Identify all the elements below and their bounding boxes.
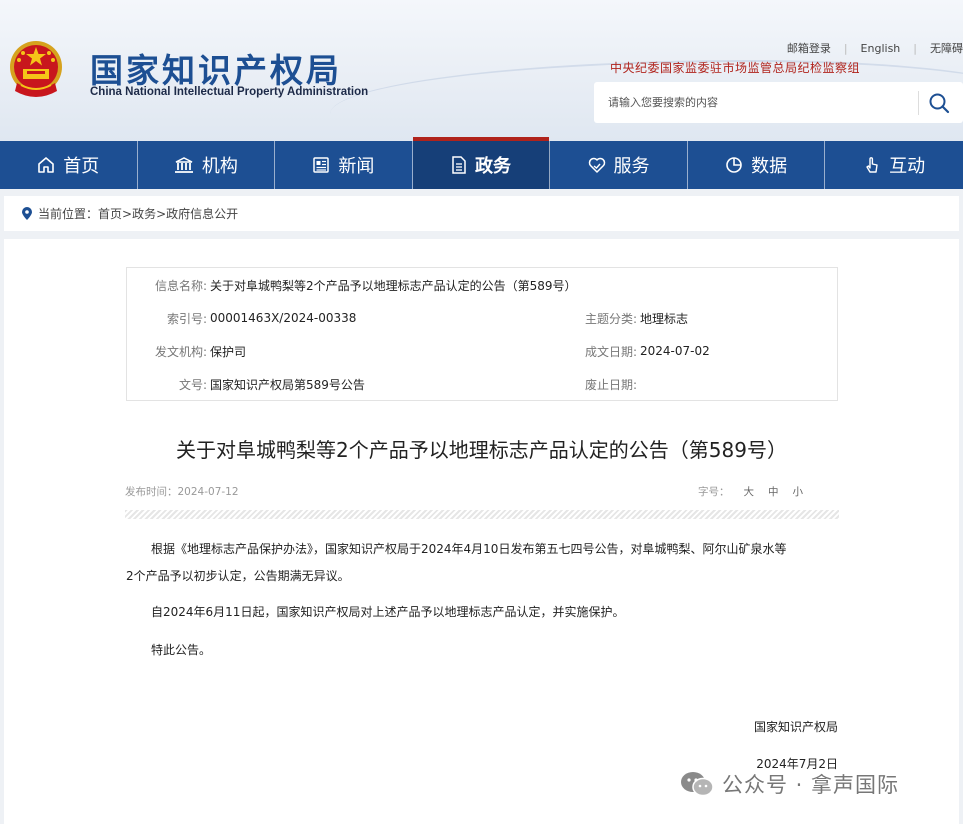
info-row-name: 信息名称: 关于对阜城鸭梨等2个产品予以地理标志产品认定的公告（第589号）: [127, 277, 577, 293]
nav-item-government-affairs[interactable]: 政务: [412, 137, 551, 189]
article-paragraph-3: 特此公告。: [151, 643, 212, 657]
nav-label: 新闻: [338, 156, 375, 177]
breadcrumb-affairs[interactable]: 政务: [132, 205, 156, 222]
search-box: [594, 82, 963, 123]
breadcrumb: 当前位置： 首页 > 政务 > 政府信息公开: [4, 196, 959, 231]
info-row-docno: 文号: 国家知识产权局第589号公告: [127, 376, 365, 392]
institution-icon: [174, 157, 193, 173]
breadcrumb-separator: >: [156, 206, 167, 221]
site-header: 国家知识产权局 China National Intellectual Prop…: [0, 0, 963, 141]
info-label: 成文日期:: [584, 344, 637, 359]
wechat-icon: [681, 772, 714, 797]
article-title: 关于对阜城鸭梨等2个产品予以地理标志产品认定的公告（第589号）: [176, 438, 787, 462]
link-separator: |: [843, 41, 848, 55]
divider: [125, 510, 839, 519]
info-table: 信息名称: 关于对阜城鸭梨等2个产品予以地理标志产品认定的公告（第589号） 索…: [126, 267, 838, 401]
info-label: 发文机构:: [154, 344, 207, 359]
info-row-org: 发文机构: 保护司: [127, 343, 246, 359]
nav-item-service[interactable]: 服务: [550, 141, 688, 189]
english-link[interactable]: English: [861, 42, 901, 55]
link-separator: |: [913, 41, 917, 55]
search-divider: [918, 91, 919, 115]
site-logo-subtitle[interactable]: China National Intellectual Property Adm…: [90, 86, 368, 98]
article-paragraph-1: 根据《地理标志产品保护办法》，国家知识产权局于2024年4月10日发布第五七四号…: [151, 538, 786, 561]
nav-item-data[interactable]: 数据: [688, 141, 826, 189]
nav-label: 服务: [613, 156, 650, 177]
article-container: 信息名称: 关于对阜城鸭梨等2个产品予以地理标志产品认定的公告（第589号） 索…: [4, 239, 959, 824]
wechat-watermark: 公众号 · 拿声国际: [680, 769, 899, 799]
article-paragraph-1-cont: 2个产品予以初步认定，公告期满无异议。: [126, 565, 350, 588]
paragraph-line: 2个产品予以初步认定，公告期满无异议。: [126, 569, 350, 583]
nav-label: 机构: [201, 156, 238, 177]
publish-time: 发布时间：2024-07-12: [125, 486, 239, 498]
breadcrumb-info-disclosure[interactable]: 政府信息公开: [166, 205, 238, 222]
article-paragraph-2: 自2024年6月11日起，国家知识产权局对上述产品予以地理标志产品认定，并实施保…: [151, 605, 625, 619]
info-value: 关于对阜城鸭梨等2个产品予以地理标志产品认定的公告（第589号）: [210, 278, 577, 293]
site-logo-title[interactable]: 国家知识产权局: [90, 44, 342, 92]
info-label: 索引号:: [166, 311, 207, 326]
info-value: 00001463X/2024-00338: [210, 311, 357, 325]
paragraph-line: 根据《地理标志产品保护办法》，国家知识产权局于2024年4月10日发布第五七四号…: [151, 542, 787, 556]
font-size-small[interactable]: 小: [793, 484, 804, 499]
font-size-large[interactable]: 大: [744, 484, 755, 499]
info-value: 2024-07-02: [640, 344, 710, 358]
nav-label: 首页: [63, 156, 100, 177]
hand-pointer-icon: [866, 157, 878, 173]
news-icon: [313, 157, 330, 173]
main-nav: 首页 机构 新闻 政务 服务 数据 互动: [0, 137, 963, 189]
breadcrumb-separator: >: [122, 206, 133, 221]
info-label: 信息名称:: [154, 278, 207, 293]
info-label: 主题分类:: [584, 311, 637, 326]
nav-item-news[interactable]: 新闻: [275, 141, 413, 189]
location-pin-icon: [22, 207, 32, 220]
info-row-expire: 废止日期:: [577, 376, 640, 392]
national-emblem-icon: [10, 41, 62, 97]
search-icon[interactable]: [928, 92, 950, 114]
pie-chart-icon: [726, 157, 742, 173]
info-value: 地理标志: [640, 311, 689, 326]
info-value: 国家知识产权局第589号公告: [210, 377, 365, 392]
nav-item-home[interactable]: 首页: [0, 141, 138, 189]
nav-item-institution[interactable]: 机构: [138, 141, 276, 189]
info-label: 文号:: [178, 377, 207, 392]
info-value: 保护司: [210, 344, 247, 359]
accessibility-link[interactable]: 无障碍: [930, 40, 963, 56]
discipline-inspection-link[interactable]: 中央纪委国家监委驻市场监管总局纪检监察组: [610, 59, 860, 76]
font-size-label: 字号：: [698, 486, 730, 498]
font-size-selector: 字号： 大 中 小: [698, 484, 803, 499]
nav-item-interaction[interactable]: 互动: [825, 141, 963, 189]
document-icon: [452, 156, 466, 174]
info-row-date: 成文日期: 2024-07-02: [577, 343, 710, 359]
signature-org: 国家知识产权局: [753, 720, 838, 734]
watermark-text: 公众号 · 拿声国际: [722, 773, 900, 797]
mail-login-link[interactable]: 邮箱登录: [787, 40, 831, 56]
top-links: 邮箱登录 | English | 无障碍: [787, 40, 963, 56]
font-size-medium[interactable]: 中: [768, 484, 779, 499]
nav-label: 互动: [889, 156, 926, 177]
nav-label: 政务: [474, 156, 511, 177]
breadcrumb-home[interactable]: 首页: [98, 205, 122, 222]
nav-label: 数据: [751, 156, 788, 177]
info-label: 废止日期:: [584, 377, 637, 392]
search-input[interactable]: [608, 92, 898, 112]
info-row-topic: 主题分类: 地理标志: [577, 310, 688, 326]
home-icon: [38, 157, 55, 173]
heart-hand-icon: [588, 157, 605, 173]
breadcrumb-prefix: 当前位置：: [38, 207, 99, 221]
info-row-index: 索引号: 00001463X/2024-00338: [127, 310, 356, 326]
